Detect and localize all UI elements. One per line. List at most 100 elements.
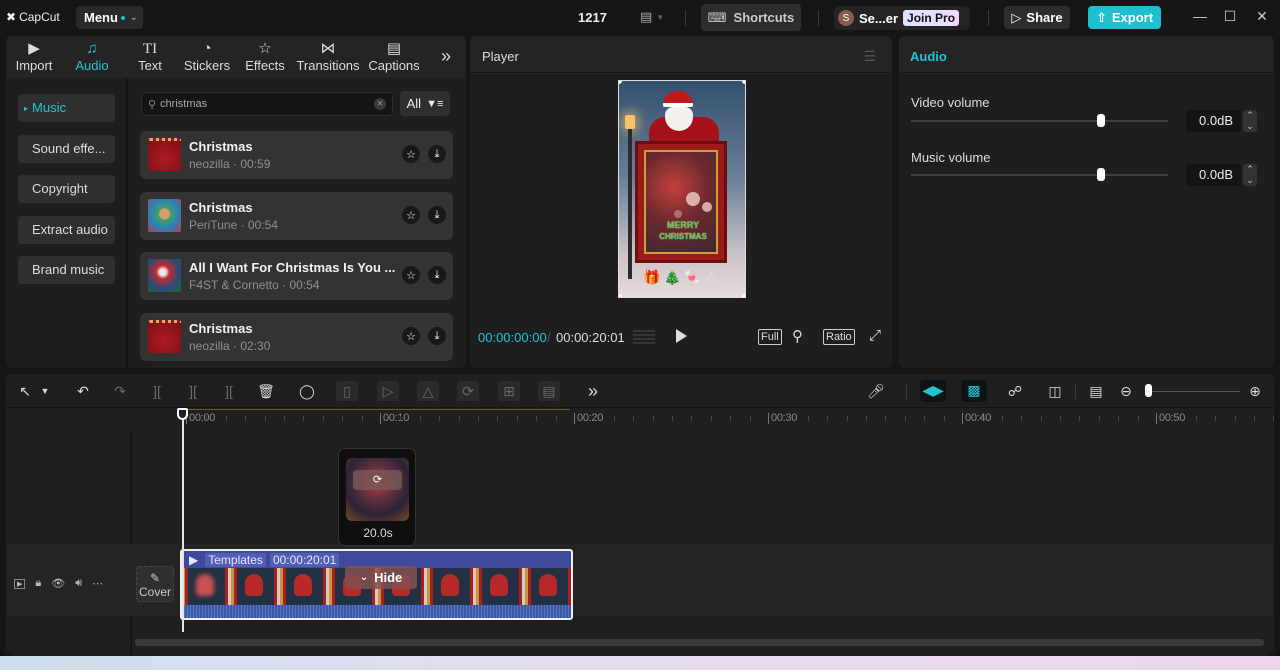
- more-icon[interactable]: ⋯: [92, 577, 103, 590]
- music-volume-slider[interactable]: [911, 168, 1168, 181]
- music-volume-value[interactable]: 0.0dB: [1186, 164, 1241, 186]
- freeze-icon[interactable]: ▯: [336, 381, 358, 401]
- video-volume-value[interactable]: 0.0dB: [1186, 110, 1241, 132]
- project-name[interactable]: 1217: [578, 10, 607, 25]
- download-icon[interactable]: ⤓: [428, 266, 446, 284]
- music-volume-label: Music volume: [911, 150, 991, 165]
- category-sound-effects[interactable]: Sound effe...: [18, 135, 115, 163]
- shortcuts-button[interactable]: ⌨ Shortcuts: [701, 4, 801, 31]
- tab-transitions[interactable]: ⋈ Transitions: [294, 36, 362, 78]
- share-button[interactable]: ▷ Share: [1004, 6, 1070, 29]
- slider-knob[interactable]: [1097, 114, 1106, 127]
- list-item[interactable]: All I Want For Christmas Is You ... F4ST…: [140, 252, 453, 300]
- download-icon[interactable]: ⤓: [428, 327, 446, 345]
- tab-audio[interactable]: ♫ Audio: [62, 36, 122, 78]
- track-video-icon[interactable]: ▶: [14, 578, 26, 589]
- list-item[interactable]: Christmas neozilla · 00:59 ☆ ⤓: [140, 131, 453, 179]
- maximize-icon[interactable]: ☐: [1220, 8, 1240, 25]
- microphone-icon[interactable]: 🎤︎: [865, 381, 887, 401]
- zoom-preview-icon[interactable]: ⚲: [792, 327, 803, 345]
- filter-button[interactable]: All ▼≡: [400, 91, 450, 116]
- clear-search-icon[interactable]: ✕: [374, 98, 386, 110]
- full-quality-button[interactable]: Full: [758, 329, 782, 345]
- split-icon[interactable]: ][: [146, 381, 168, 401]
- horizontal-scrollbar[interactable]: [135, 639, 1264, 646]
- resize-handle[interactable]: [619, 81, 622, 84]
- timeline-ruler[interactable]: 00:00 00:10 00:20 00:30 00:40 00:50: [131, 409, 1275, 431]
- replace-icon[interactable]: ⟳: [353, 470, 402, 490]
- close-icon[interactable]: ✕: [1252, 8, 1272, 25]
- list-item[interactable]: Christmas neozilla · 02:30 ☆ ⤓: [140, 313, 453, 361]
- split-left-icon[interactable]: ][: [182, 381, 204, 401]
- minimize-icon[interactable]: —: [1190, 8, 1210, 24]
- zoom-out-icon[interactable]: ⊖: [1115, 381, 1137, 401]
- music-volume-stepper[interactable]: ⌃ ⌄: [1243, 164, 1257, 186]
- resize-handle[interactable]: [742, 294, 745, 297]
- category-music[interactable]: Music: [18, 94, 115, 122]
- ratio-button[interactable]: Ratio: [823, 329, 855, 345]
- preview-axis-icon[interactable]: ▤: [1085, 381, 1107, 401]
- user-account-chip[interactable]: S Se...er Join Pro: [834, 6, 970, 30]
- zoom-in-icon[interactable]: ⊕: [1244, 381, 1266, 401]
- split-preview-icon[interactable]: ◫: [1044, 381, 1066, 401]
- auto-snap-icon[interactable]: ▩: [961, 380, 987, 402]
- marker-icon[interactable]: ◯: [296, 381, 318, 401]
- crop-icon[interactable]: ⊞: [498, 381, 520, 401]
- reverse-icon[interactable]: ▷: [377, 381, 399, 401]
- lock-icon[interactable]: 🔒︎: [35, 577, 41, 590]
- resize-handle[interactable]: [742, 81, 745, 84]
- timeline-zoom-knob[interactable]: [1145, 384, 1152, 397]
- favorite-star-icon[interactable]: ☆: [402, 145, 420, 163]
- list-item[interactable]: Christmas PeriTune · 00:54 ☆ ⤓: [140, 192, 453, 240]
- more-tabs-button[interactable]: »: [426, 36, 466, 78]
- fullscreen-icon[interactable]: ⤢: [869, 327, 881, 344]
- resize-handle[interactable]: [619, 294, 622, 297]
- tab-effects[interactable]: ☆ Effects: [236, 36, 294, 78]
- cover-button[interactable]: ✎ Cover: [136, 566, 174, 602]
- more-tools-icon[interactable]: »: [582, 381, 604, 401]
- undo-icon[interactable]: ↶: [72, 381, 94, 401]
- search-input[interactable]: ⚲ christmas ✕: [141, 92, 393, 116]
- menu-button[interactable]: Menu ⌄: [76, 6, 143, 29]
- favorite-star-icon[interactable]: ☆: [402, 327, 420, 345]
- playhead-handle[interactable]: [177, 408, 188, 420]
- link-icon[interactable]: ☍: [1004, 381, 1026, 401]
- timeline-zoom-slider[interactable]: [1148, 391, 1240, 392]
- playhead[interactable]: [182, 410, 184, 632]
- select-tool-icon[interactable]: ↖: [14, 381, 36, 401]
- favorite-star-icon[interactable]: ☆: [402, 266, 420, 284]
- remove-background-icon[interactable]: ▤: [538, 381, 560, 401]
- layout-button[interactable]: ▤ ▼: [640, 9, 664, 25]
- rotate-icon[interactable]: ⟳: [457, 381, 479, 401]
- play-icon[interactable]: [676, 329, 687, 343]
- track-subtitle: neozilla · 00:59: [189, 157, 271, 171]
- download-icon[interactable]: ⤓: [428, 145, 446, 163]
- redo-icon[interactable]: ↷: [109, 381, 131, 401]
- speaker-icon[interactable]: 🔊︎: [75, 577, 82, 590]
- music-replace-clip[interactable]: ⟳ 20.0s: [338, 448, 416, 546]
- eye-icon[interactable]: 👁︎: [51, 577, 65, 590]
- tab-text[interactable]: TI Text: [122, 36, 178, 78]
- tab-captions[interactable]: ▤ Captions: [362, 36, 426, 78]
- join-pro-button[interactable]: Join Pro: [903, 10, 960, 26]
- split-right-icon[interactable]: ][: [218, 381, 240, 401]
- slider-knob[interactable]: [1097, 168, 1106, 181]
- category-copyright[interactable]: Copyright: [18, 175, 115, 203]
- delete-icon[interactable]: 🗑︎: [255, 381, 277, 401]
- tab-import[interactable]: ▶︎ Import: [6, 36, 62, 78]
- favorite-star-icon[interactable]: ☆: [402, 206, 420, 224]
- chevron-down-icon[interactable]: ▼: [34, 381, 56, 401]
- category-brand-music[interactable]: Brand music: [18, 256, 115, 284]
- category-extract-audio[interactable]: Extract audio: [18, 216, 115, 244]
- tab-stickers[interactable]: ◔ Stickers: [178, 36, 236, 78]
- video-volume-stepper[interactable]: ⌃ ⌄: [1243, 110, 1257, 132]
- menu-icon[interactable]: ☰: [863, 48, 876, 65]
- hide-button[interactable]: ⌄ Hide: [345, 566, 417, 589]
- main-track-magnet-icon[interactable]: ◀▶: [920, 380, 946, 402]
- video-volume-slider[interactable]: [911, 114, 1168, 127]
- grid-icon[interactable]: [633, 330, 655, 346]
- download-icon[interactable]: ⤓: [428, 206, 446, 224]
- mirror-icon[interactable]: △: [417, 381, 439, 401]
- video-preview[interactable]: MERRY CHRISTMAS 🎁 🎄 🍬 ☃: [618, 80, 746, 298]
- export-button[interactable]: ⇧ Export: [1088, 6, 1161, 29]
